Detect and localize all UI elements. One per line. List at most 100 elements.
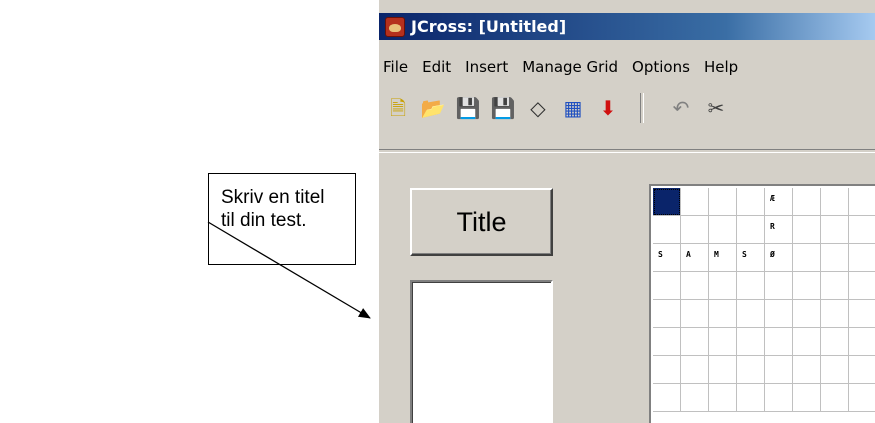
title-bar[interactable]: JCross: [Untitled] [379, 13, 875, 40]
grid-cell[interactable] [653, 272, 681, 300]
grid-cell[interactable] [821, 300, 849, 328]
grid-cell[interactable] [653, 216, 681, 244]
title-button[interactable]: Title [410, 188, 553, 256]
open-folder-button[interactable]: 📂 [417, 93, 449, 123]
grid-cell[interactable] [737, 216, 765, 244]
save-as-button[interactable]: 💾 [487, 93, 519, 123]
grid-cell[interactable] [681, 300, 709, 328]
grid-cell[interactable] [793, 188, 821, 216]
menu-file[interactable]: File [379, 58, 408, 76]
new-file-button[interactable]: 🗎 [382, 93, 414, 123]
grid-cell[interactable] [793, 384, 821, 412]
eraser-icon: ◇ [530, 96, 546, 120]
callout-line-2: til din test. [221, 210, 307, 231]
window-title: JCross: [Untitled] [411, 17, 567, 36]
grid-cell[interactable] [765, 356, 793, 384]
save-as-icon: 💾 [490, 96, 516, 120]
undo-button[interactable]: ↶ [665, 93, 697, 123]
grid-cell[interactable] [849, 300, 875, 328]
grid-cell[interactable] [821, 216, 849, 244]
grid-cell[interactable] [709, 300, 737, 328]
grid-cell[interactable] [765, 328, 793, 356]
grid-cell[interactable]: Æ [765, 188, 793, 216]
grid-cell[interactable] [849, 188, 875, 216]
save-button[interactable]: 💾 [452, 93, 484, 123]
eraser-button[interactable]: ◇ [522, 93, 554, 123]
toolbar-separator [640, 93, 644, 123]
jcross-app-icon[interactable] [385, 16, 405, 37]
grid-cell[interactable]: S [737, 244, 765, 272]
grid-cell[interactable]: S [653, 244, 681, 272]
grid-cell[interactable] [849, 216, 875, 244]
grid-cell[interactable] [709, 188, 737, 216]
grid-cell[interactable] [821, 384, 849, 412]
grid-cell[interactable] [681, 384, 709, 412]
grid-cell[interactable] [653, 384, 681, 412]
grid-cell[interactable] [821, 356, 849, 384]
grid-cell[interactable] [793, 272, 821, 300]
title-text-area[interactable] [410, 280, 553, 423]
grid-cell[interactable] [681, 188, 709, 216]
menu-bar: File Edit Insert Manage Grid Options Hel… [379, 54, 875, 80]
grid-cell[interactable] [849, 356, 875, 384]
grid-cell[interactable] [653, 356, 681, 384]
toolbar: 🗎 📂 💾 💾 ◇ ▦ ⬇ ↶ ✂ [379, 89, 875, 127]
grid-cell[interactable] [709, 356, 737, 384]
grid-cell[interactable] [765, 272, 793, 300]
grid-cell[interactable] [737, 300, 765, 328]
grid-cell[interactable] [765, 300, 793, 328]
grid-cell[interactable] [653, 328, 681, 356]
save-icon: 💾 [455, 96, 481, 120]
grid-cell[interactable] [709, 328, 737, 356]
grid-cell[interactable] [681, 216, 709, 244]
web-page-button[interactable]: ▦ [557, 93, 589, 123]
crossword-grid: ÆRSAMSØ [649, 184, 875, 423]
grid-cell[interactable]: R [765, 216, 793, 244]
grid-cell[interactable] [793, 244, 821, 272]
grid-cell[interactable] [681, 272, 709, 300]
toolbar-divider [379, 149, 875, 153]
grid-cell[interactable] [849, 384, 875, 412]
grid-cell[interactable] [821, 244, 849, 272]
grid-cell[interactable] [737, 356, 765, 384]
grid-cell[interactable] [653, 188, 681, 216]
callout-line-1: Skriv en titel [221, 187, 325, 208]
undo-icon: ↶ [672, 96, 690, 120]
grid-cell[interactable] [793, 216, 821, 244]
grid-cell[interactable]: M [709, 244, 737, 272]
menu-manage-grid[interactable]: Manage Grid [518, 58, 618, 76]
grid-cell[interactable] [737, 188, 765, 216]
menu-options[interactable]: Options [628, 58, 690, 76]
grid-cell[interactable] [681, 328, 709, 356]
grid-cell[interactable] [765, 384, 793, 412]
grid-cell[interactable] [709, 272, 737, 300]
grid-cell[interactable] [653, 300, 681, 328]
grid-cell[interactable] [849, 328, 875, 356]
grid-cell[interactable] [737, 272, 765, 300]
grid-cell[interactable] [709, 216, 737, 244]
menu-help[interactable]: Help [700, 58, 738, 76]
cut-icon: ✂ [707, 96, 725, 120]
grid-cell[interactable]: A [681, 244, 709, 272]
jcross-window: JCross: [Untitled] File Edit Insert Mana… [378, 0, 875, 423]
web-page-icon: ▦ [563, 96, 583, 120]
grid-cell[interactable] [821, 328, 849, 356]
export-down-arrow-button[interactable]: ⬇ [592, 93, 624, 123]
grid-cell[interactable] [849, 244, 875, 272]
grid-cell[interactable] [709, 384, 737, 412]
grid-cell[interactable] [737, 328, 765, 356]
grid-cell[interactable] [821, 272, 849, 300]
grid-cell[interactable] [793, 328, 821, 356]
instruction-callout: Skriv en titel til din test. [208, 173, 356, 265]
grid-cell[interactable] [793, 356, 821, 384]
grid-cell[interactable] [737, 384, 765, 412]
grid-cell[interactable] [793, 300, 821, 328]
grid-cell[interactable] [821, 188, 849, 216]
menu-edit[interactable]: Edit [418, 58, 451, 76]
grid-cell[interactable] [849, 272, 875, 300]
grid-cell[interactable] [681, 356, 709, 384]
cut-button[interactable]: ✂ [700, 93, 732, 123]
menu-insert[interactable]: Insert [461, 58, 508, 76]
open-folder-icon: 📂 [420, 96, 446, 120]
grid-cell[interactable]: Ø [765, 244, 793, 272]
